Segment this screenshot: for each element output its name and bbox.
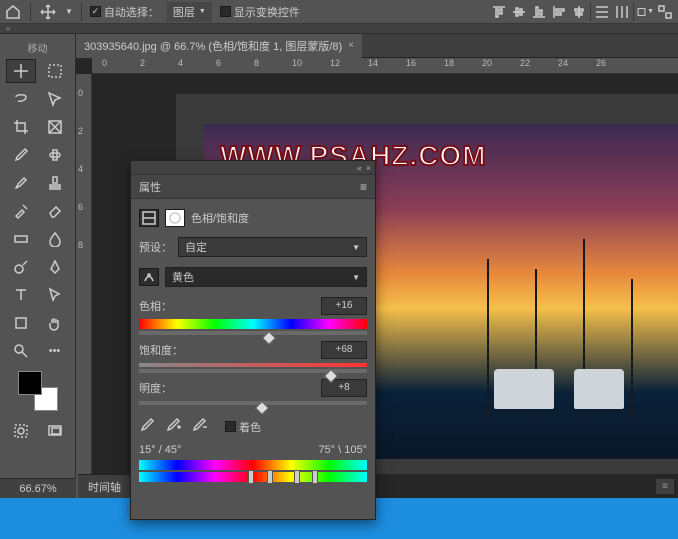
zoom-tool[interactable] [6, 339, 36, 363]
document-tab[interactable]: 303935640.jpg @ 66.7% (色相/饱和度 1, 图层蒙版/8)… [76, 34, 362, 58]
shape-tool[interactable] [6, 311, 36, 335]
range-right: 75° \ 105° [318, 444, 367, 456]
show-transform-checkbox[interactable]: 显示变换控件 [220, 4, 300, 20]
properties-panel: « × 属性 ≡ 色相/饱和度 预设： 自定▼ 黄色▼ 色相： +16 [130, 160, 376, 520]
tab-title: 303935640.jpg @ 66.7% (色相/饱和度 1, 图层蒙版/8) [84, 38, 342, 54]
ruler-vertical: 02468 [76, 74, 92, 498]
options-bar: ▼ 自动选择： 图层▼ 显示变换控件 ▼ [0, 0, 678, 24]
align-top-icon[interactable] [490, 3, 508, 21]
panel-menu-icon[interactable]: ≡ [360, 180, 367, 194]
crop-tool[interactable] [6, 115, 36, 139]
eyedropper-minus-icon[interactable] [191, 417, 207, 436]
dodge-tool[interactable] [6, 255, 36, 279]
hue-label: 色相： [139, 298, 172, 314]
collapse-bar[interactable]: « [0, 24, 678, 34]
home-icon[interactable] [4, 3, 22, 21]
range-left: 15° / 45° [139, 444, 181, 456]
distribute-h-icon[interactable] [613, 3, 631, 21]
fg-color-swatch[interactable] [18, 371, 42, 395]
ruler-horizontal: 02468101214161820222426 [92, 58, 678, 74]
adjustment-name: 色相/饱和度 [191, 210, 249, 226]
show-transform-label: 显示变换控件 [234, 4, 300, 20]
hue-slider[interactable] [139, 319, 367, 329]
colorize-checkbox[interactable]: 着色 [225, 419, 261, 435]
brush-tool[interactable] [6, 171, 36, 195]
quickmask-tool[interactable] [6, 419, 36, 443]
pen-tool[interactable] [40, 255, 70, 279]
marquee-tool[interactable] [40, 59, 70, 83]
hand-tool[interactable] [40, 311, 70, 335]
color-swatches[interactable] [18, 371, 58, 411]
eyedropper-icon[interactable] [139, 417, 155, 436]
arrange-icon[interactable] [656, 3, 674, 21]
timeline-menu-icon[interactable]: ≡ [656, 479, 674, 494]
hue-range-slider-top[interactable] [139, 460, 367, 470]
align-bottom-icon[interactable] [530, 3, 548, 21]
eyedropper-plus-icon[interactable] [165, 417, 181, 436]
blur-tool[interactable] [40, 227, 70, 251]
align-buttons: ▼ [490, 3, 674, 21]
lasso-tool[interactable] [6, 87, 36, 111]
align-hcenter-icon[interactable] [570, 3, 588, 21]
distribute-v-icon[interactable] [593, 3, 611, 21]
adjustment-icon [139, 209, 159, 227]
preset-label: 预设： [139, 239, 172, 255]
stamp-tool[interactable] [40, 171, 70, 195]
zoom-status[interactable]: 66.67% [0, 478, 76, 498]
preset-dropdown[interactable]: 自定▼ [178, 237, 367, 257]
history-brush-tool[interactable] [6, 199, 36, 223]
healing-tool[interactable] [40, 143, 70, 167]
eraser-tool[interactable] [40, 199, 70, 223]
panel-close-icon[interactable]: × [366, 163, 371, 173]
mask-icon [165, 209, 185, 227]
path-select-tool[interactable] [40, 283, 70, 307]
screenmode-tool[interactable] [40, 419, 70, 443]
frame-tool[interactable] [40, 115, 70, 139]
close-tab-icon[interactable]: × [348, 40, 354, 51]
saturation-value[interactable]: +68 [321, 341, 367, 359]
lightness-label: 明度： [139, 380, 172, 396]
3d-mode-icon[interactable]: ▼ [636, 3, 654, 21]
type-tool[interactable] [6, 283, 36, 307]
toolbox: 移动 [0, 34, 76, 498]
auto-select-label: 自动选择： [104, 4, 159, 20]
saturation-slider[interactable] [139, 363, 367, 367]
saturation-label: 饱和度： [139, 342, 183, 358]
targeted-adjust-icon[interactable] [139, 268, 159, 286]
panel-title: 属性 [139, 179, 161, 195]
quick-select-tool[interactable] [40, 87, 70, 111]
lightness-value[interactable]: +8 [321, 379, 367, 397]
layer-dropdown[interactable]: 图层▼ [167, 2, 212, 22]
eyedropper-tool[interactable] [6, 143, 36, 167]
timeline-tab[interactable]: 时间轴 [78, 474, 131, 498]
lightness-slider[interactable] [139, 401, 367, 405]
hue-value[interactable]: +16 [321, 297, 367, 315]
align-left-icon[interactable] [550, 3, 568, 21]
channel-dropdown[interactable]: 黄色▼ [165, 267, 367, 287]
gradient-tool[interactable] [6, 227, 36, 251]
auto-select-checkbox[interactable]: 自动选择： [90, 4, 159, 20]
move-tool[interactable] [6, 59, 36, 83]
tool-label: 移动 [28, 40, 48, 55]
align-vcenter-icon[interactable] [510, 3, 528, 21]
more-tool[interactable]: ••• [40, 339, 70, 363]
panel-collapse-icon[interactable]: « [357, 163, 362, 173]
move-icon[interactable] [39, 3, 57, 21]
hue-range-slider-bottom[interactable] [139, 472, 367, 482]
